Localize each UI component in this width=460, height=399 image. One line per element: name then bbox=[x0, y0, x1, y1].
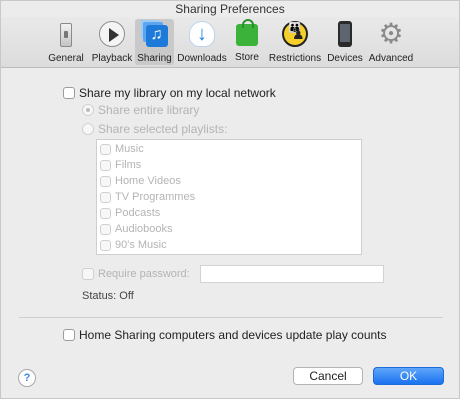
tab-devices-label: Devices bbox=[327, 53, 363, 64]
playlist-label: Audiobooks bbox=[115, 223, 173, 236]
share-library-row: Share my library on my local network bbox=[63, 85, 276, 100]
tab-advanced-label: Advanced bbox=[368, 53, 414, 64]
playlist-checkbox[interactable] bbox=[100, 207, 111, 219]
playlist-item[interactable]: Podcasts bbox=[100, 207, 160, 219]
playlist-item[interactable]: Films bbox=[100, 159, 141, 171]
home-sharing-label: Home Sharing computers and devices updat… bbox=[79, 327, 387, 342]
share-selected-radio[interactable] bbox=[82, 122, 94, 135]
playlist-label: Films bbox=[115, 159, 142, 172]
playlist-item[interactable]: TV Programmes bbox=[100, 191, 195, 203]
sharing-icon bbox=[145, 25, 168, 47]
tab-sharing[interactable]: Sharing bbox=[135, 19, 174, 65]
share-library-checkbox[interactable] bbox=[63, 86, 75, 99]
share-selected-label: Share selected playlists: bbox=[98, 121, 228, 136]
share-entire-radio[interactable] bbox=[82, 103, 94, 116]
require-password-checkbox[interactable] bbox=[82, 268, 94, 281]
tab-store-label: Store bbox=[235, 52, 259, 63]
tab-sharing-label: Sharing bbox=[137, 53, 172, 64]
playlist-checkbox[interactable] bbox=[100, 239, 111, 251]
playlist-checkbox[interactable] bbox=[100, 175, 111, 187]
share-selected-row: Share selected playlists: bbox=[82, 121, 227, 136]
home-sharing-row: Home Sharing computers and devices updat… bbox=[63, 327, 387, 342]
share-entire-label: Share entire library bbox=[98, 102, 200, 117]
ok-button[interactable]: OK bbox=[373, 367, 444, 385]
cancel-button[interactable]: Cancel bbox=[293, 367, 363, 385]
general-icon bbox=[60, 23, 72, 47]
home-sharing-checkbox[interactable] bbox=[63, 328, 75, 341]
require-password-label: Require password: bbox=[98, 268, 190, 281]
playlist-checkbox[interactable] bbox=[100, 159, 111, 171]
playlist-label: Music bbox=[115, 143, 144, 156]
tab-playback-label: Playback bbox=[91, 53, 133, 64]
gear-icon: ⚙ bbox=[378, 18, 404, 49]
section-divider bbox=[19, 317, 443, 318]
status-text: Status: Off bbox=[82, 290, 134, 302]
preferences-window: Sharing Preferences General Playback Sha… bbox=[0, 0, 460, 399]
tab-general[interactable]: General bbox=[47, 19, 85, 65]
tab-general-label: General bbox=[48, 53, 84, 64]
require-password-row: Require password: bbox=[82, 268, 190, 281]
downloads-icon bbox=[189, 21, 215, 47]
playlist-label: Podcasts bbox=[115, 207, 161, 220]
playlist-item[interactable]: Audiobooks bbox=[100, 223, 173, 235]
playlist-label: 90's Music bbox=[115, 239, 167, 252]
tab-downloads[interactable]: Downloads bbox=[176, 19, 228, 65]
tab-downloads-label: Downloads bbox=[177, 53, 227, 64]
restrictions-icon: ♟ bbox=[282, 21, 308, 47]
devices-icon bbox=[338, 21, 352, 47]
playlist-checkbox[interactable] bbox=[100, 223, 111, 235]
playback-icon bbox=[99, 21, 125, 47]
playlist-label: TV Programmes bbox=[115, 191, 196, 204]
tab-devices[interactable]: Devices bbox=[326, 19, 364, 65]
help-button[interactable]: ? bbox=[18, 369, 36, 387]
password-field[interactable] bbox=[200, 265, 384, 283]
tab-advanced[interactable]: ⚙ Advanced bbox=[367, 19, 415, 65]
playlist-list[interactable]: Music Films Home Videos TV Programmes Po… bbox=[96, 139, 362, 255]
playlist-item[interactable]: Music bbox=[100, 143, 144, 155]
playlist-checkbox[interactable] bbox=[100, 191, 111, 203]
playlist-item[interactable]: Home Videos bbox=[100, 175, 181, 187]
store-icon bbox=[236, 19, 258, 46]
tab-restrictions-label: Restrictions bbox=[268, 53, 322, 64]
playlist-label: Home Videos bbox=[115, 175, 181, 188]
tab-restrictions[interactable]: ♟ Restrictions bbox=[265, 19, 325, 65]
tab-store[interactable]: Store bbox=[231, 19, 263, 65]
share-library-label: Share my library on my local network bbox=[79, 85, 276, 100]
window-title: Sharing Preferences bbox=[175, 2, 285, 16]
playlist-checkbox[interactable] bbox=[100, 143, 111, 155]
playlist-item[interactable]: 90's Music bbox=[100, 239, 167, 251]
preferences-toolbar: General Playback Sharing Downloads Store… bbox=[1, 17, 459, 68]
tab-playback[interactable]: Playback bbox=[90, 19, 134, 65]
share-entire-row: Share entire library bbox=[82, 102, 199, 117]
